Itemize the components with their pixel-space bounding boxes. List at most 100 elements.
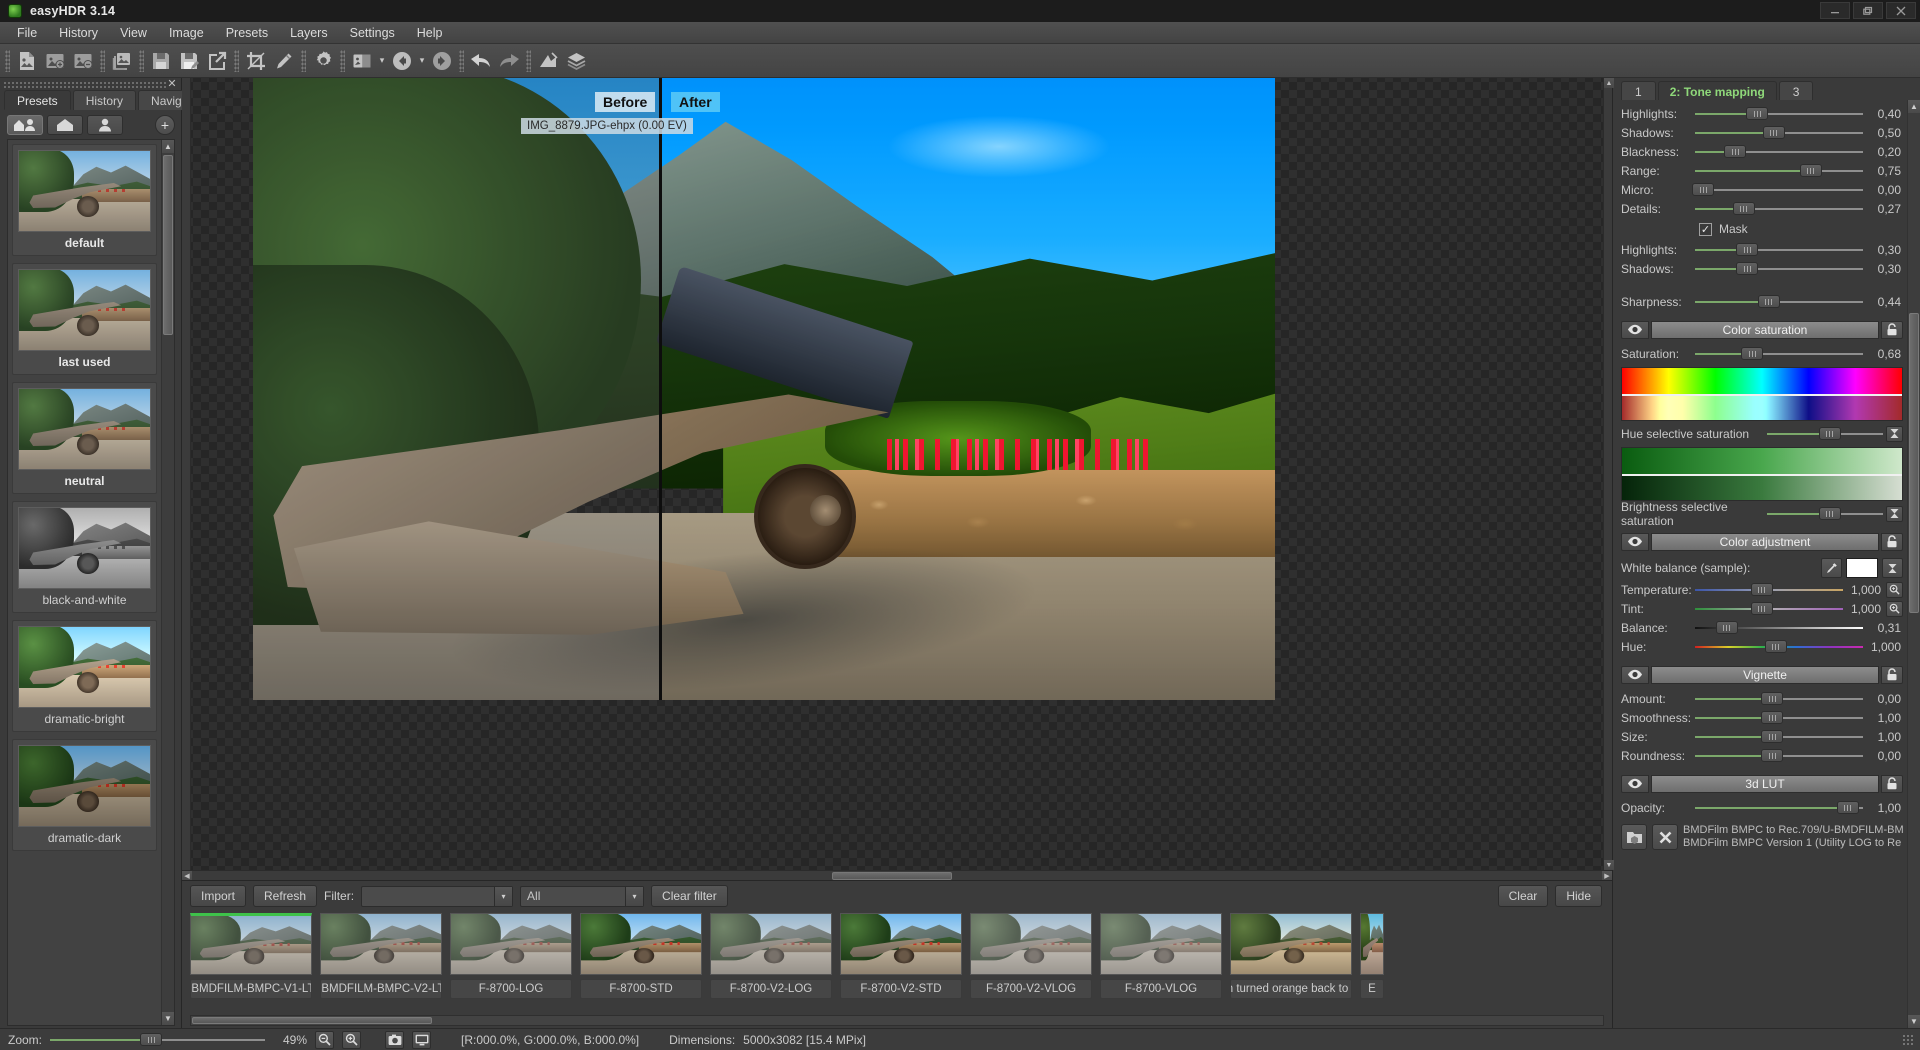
eye-icon[interactable] bbox=[1621, 665, 1649, 684]
slider-handle[interactable] bbox=[1741, 347, 1764, 360]
slider-details[interactable]: Details: 0,27 bbox=[1621, 199, 1903, 218]
preset-item[interactable]: last used bbox=[12, 263, 157, 375]
scrollbar-track[interactable] bbox=[1908, 113, 1920, 1015]
slider-handle[interactable] bbox=[1750, 583, 1773, 596]
save-button[interactable] bbox=[147, 47, 175, 75]
slider-vignette-amount[interactable]: Amount: 0,00 bbox=[1621, 689, 1903, 708]
menu-layers[interactable]: Layers bbox=[279, 24, 339, 42]
close-button[interactable] bbox=[1886, 2, 1916, 19]
slider-handle[interactable] bbox=[1799, 164, 1822, 177]
slider-control[interactable] bbox=[1695, 640, 1863, 654]
zoom-in-icon[interactable] bbox=[1886, 581, 1903, 598]
section-title[interactable]: Vignette bbox=[1651, 665, 1879, 684]
slider-handle[interactable] bbox=[1746, 107, 1769, 120]
toolbar-grip-4[interactable] bbox=[234, 49, 239, 72]
scroll-up-icon[interactable]: ▲ bbox=[1908, 100, 1920, 113]
batch-images-button[interactable] bbox=[108, 47, 136, 75]
refresh-button[interactable]: Refresh bbox=[253, 885, 318, 907]
save-as-button[interactable] bbox=[175, 47, 203, 75]
open-image-button[interactable] bbox=[13, 47, 41, 75]
align-button[interactable] bbox=[534, 47, 562, 75]
hue-saturation-gradient[interactable] bbox=[1621, 367, 1903, 421]
preview-vertical-scrollbar[interactable]: ▲ ▼ bbox=[1603, 78, 1614, 870]
slider-control[interactable] bbox=[1695, 262, 1863, 276]
preset-item[interactable]: dramatic-bright bbox=[12, 620, 157, 732]
add-image-button[interactable] bbox=[41, 47, 69, 75]
tab-history[interactable]: History bbox=[72, 90, 137, 110]
section-title[interactable]: Color saturation bbox=[1651, 320, 1879, 339]
menu-history[interactable]: History bbox=[48, 24, 109, 42]
clear-filter-button[interactable]: Clear filter bbox=[651, 885, 728, 907]
gradient-curve-line[interactable] bbox=[1622, 474, 1902, 476]
section-title[interactable]: 3d LUT bbox=[1651, 774, 1879, 793]
unlock-icon[interactable] bbox=[1881, 532, 1903, 551]
gradient-curve-line[interactable] bbox=[1622, 394, 1902, 396]
preview-canvas[interactable]: Before After IMG_8879.JPG-ehpx (0.00 EV) bbox=[191, 78, 1603, 870]
resize-grip-icon[interactable] bbox=[1902, 1033, 1914, 1046]
lut-strip-scrollbar[interactable] bbox=[190, 1015, 1604, 1026]
reset-hourglass-icon[interactable] bbox=[1886, 505, 1903, 522]
reset-hourglass-icon[interactable] bbox=[1882, 558, 1903, 578]
slider-control[interactable] bbox=[1695, 602, 1843, 616]
toolbar-grip[interactable] bbox=[5, 49, 10, 72]
preset-item[interactable]: neutral bbox=[12, 382, 157, 494]
preset-item[interactable]: black-and-white bbox=[12, 501, 157, 613]
toolbar-grip-6[interactable] bbox=[340, 49, 345, 72]
slider-mask-shadows[interactable]: Shadows: 0,30 bbox=[1621, 259, 1903, 278]
export-button[interactable] bbox=[203, 47, 231, 75]
scrollbar-thumb[interactable] bbox=[1909, 313, 1919, 613]
slider-handle[interactable] bbox=[1736, 262, 1759, 275]
slider-control[interactable] bbox=[1695, 730, 1863, 744]
clear-button[interactable]: Clear bbox=[1497, 885, 1549, 907]
preset-item[interactable]: dramatic-dark bbox=[12, 739, 157, 851]
slider-hue-selective-saturation[interactable]: Hue selective saturation bbox=[1621, 424, 1903, 443]
previous-image-button[interactable] bbox=[388, 47, 416, 75]
scroll-left-icon[interactable]: ◀ bbox=[182, 870, 192, 881]
folder-cube-icon[interactable] bbox=[1621, 824, 1647, 850]
lut-item[interactable]: F-8700-STD bbox=[580, 913, 702, 1012]
zoom-in-icon[interactable] bbox=[342, 1030, 362, 1049]
slider-control[interactable] bbox=[1695, 692, 1863, 706]
slider-mask-highlights[interactable]: Highlights: 0,30 bbox=[1621, 240, 1903, 259]
maximize-button[interactable] bbox=[1853, 2, 1883, 19]
slider-handle[interactable] bbox=[1764, 640, 1787, 653]
slider-range[interactable]: Range: 0,75 bbox=[1621, 161, 1903, 180]
unlock-icon[interactable] bbox=[1881, 320, 1903, 339]
white-balance-swatch[interactable] bbox=[1846, 558, 1878, 578]
scroll-down-icon[interactable]: ▼ bbox=[1908, 1015, 1920, 1028]
scrollbar-thumb[interactable] bbox=[832, 871, 952, 880]
lut-item[interactable]: F-8700-V2-STD bbox=[840, 913, 962, 1012]
compare-view-button[interactable] bbox=[348, 47, 376, 75]
slider-temperature[interactable]: Temperature: 1,000 bbox=[1621, 580, 1903, 599]
slider-handle[interactable] bbox=[140, 1033, 163, 1046]
after-image-half[interactable] bbox=[662, 78, 1275, 700]
slider-blackness[interactable]: Blackness: 0,20 bbox=[1621, 142, 1903, 161]
lut-thumbnail-strip[interactable]: U-BMDFILM-BMPC-V1-LTR U-BMDFILM-BMPC-V2-… bbox=[190, 911, 1604, 1012]
tab-tone-mapping[interactable]: 2: Tone mapping bbox=[1657, 81, 1777, 100]
zoom-slider[interactable] bbox=[50, 1033, 266, 1047]
camera-icon[interactable] bbox=[385, 1030, 405, 1049]
chevron-down-icon[interactable]: ▾ bbox=[625, 886, 644, 906]
lut-item[interactable]: U-BMDFILM-BMPC-V1-LTR bbox=[190, 913, 312, 1012]
scrollbar-thumb[interactable] bbox=[163, 155, 173, 335]
tab-step-3[interactable]: 3 bbox=[1778, 81, 1814, 100]
crop-button[interactable] bbox=[242, 47, 270, 75]
remove-image-button[interactable] bbox=[69, 47, 97, 75]
slider-handle[interactable] bbox=[1732, 202, 1755, 215]
settings-button[interactable] bbox=[309, 47, 337, 75]
slider-control[interactable] bbox=[1695, 583, 1843, 597]
previous-image-dropdown-chevron-down-icon[interactable]: ▾ bbox=[416, 48, 428, 74]
slider-control[interactable] bbox=[1695, 202, 1863, 216]
slider-lut-opacity[interactable]: Opacity: 1,00 bbox=[1621, 798, 1903, 817]
compare-view-dropdown-chevron-down-icon[interactable]: ▾ bbox=[376, 48, 388, 74]
close-icon[interactable]: ✕ bbox=[166, 79, 178, 90]
menu-help[interactable]: Help bbox=[406, 24, 454, 42]
zoom-out-icon[interactable] bbox=[315, 1030, 335, 1049]
slider-micro[interactable]: Micro: 0,00 bbox=[1621, 180, 1903, 199]
slider-control[interactable] bbox=[1695, 749, 1863, 763]
close-x-icon[interactable] bbox=[1652, 824, 1678, 850]
section-title[interactable]: Color adjustment bbox=[1651, 532, 1879, 551]
unlock-icon[interactable] bbox=[1881, 665, 1903, 684]
lut-item[interactable]: F-8700-V2-LOG bbox=[710, 913, 832, 1012]
slider-handle[interactable] bbox=[1715, 621, 1738, 634]
